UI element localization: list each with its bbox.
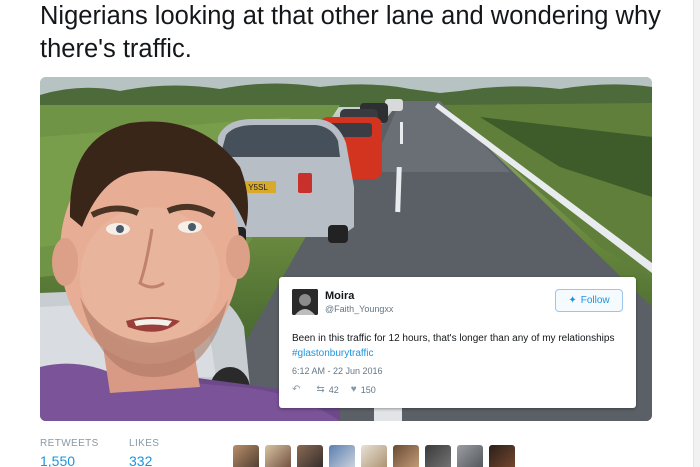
liker-avatars bbox=[233, 445, 515, 467]
retweets-stat[interactable]: RETWEETS 1,550 bbox=[40, 438, 99, 467]
tweet-photo[interactable]: Y5SL Moira @Faith_Youngxx ✦ Follow Been … bbox=[40, 77, 652, 421]
user-handle[interactable]: @Faith_Youngxx bbox=[325, 304, 393, 314]
twitter-bird-icon: ✦ bbox=[568, 295, 577, 306]
retweets-label: RETWEETS bbox=[40, 438, 99, 449]
embedded-tweet-text: Been in this traffic for 12 hours, that'… bbox=[292, 331, 627, 361]
tweet-timestamp[interactable]: 6:12 AM - 22 Jun 2016 bbox=[292, 366, 383, 376]
liker-avatar[interactable] bbox=[329, 445, 355, 467]
license-plate: Y5SL bbox=[248, 183, 268, 192]
liker-avatar[interactable] bbox=[489, 445, 515, 467]
tweet-actions: ↶ ⇆ 42 ♥ 150 bbox=[292, 384, 388, 395]
follow-label: Follow bbox=[580, 295, 610, 306]
likes-count: 332 bbox=[129, 453, 153, 467]
hashtag-link[interactable]: #glastonburytraffic bbox=[292, 348, 374, 359]
like-count: 150 bbox=[360, 384, 376, 395]
liker-avatar[interactable] bbox=[393, 445, 419, 467]
liker-avatar[interactable] bbox=[457, 445, 483, 467]
embedded-tweet-card[interactable]: Moira @Faith_Youngxx ✦ Follow Been in th… bbox=[279, 277, 636, 408]
like-button[interactable]: ♥ 150 bbox=[351, 384, 376, 395]
liker-avatar[interactable] bbox=[233, 445, 259, 467]
tweet-text: Nigerians looking at that other lane and… bbox=[40, 2, 661, 63]
reply-button[interactable]: ↶ bbox=[292, 384, 304, 395]
avatar-icon bbox=[292, 289, 318, 315]
scrollbar[interactable] bbox=[693, 0, 700, 467]
liker-avatar[interactable] bbox=[297, 445, 323, 467]
retweet-icon: ⇆ bbox=[316, 384, 325, 395]
liker-avatar[interactable] bbox=[265, 445, 291, 467]
retweet-count: 42 bbox=[328, 384, 339, 395]
retweet-button[interactable]: ⇆ 42 bbox=[316, 384, 338, 395]
user-avatar[interactable] bbox=[292, 289, 318, 315]
tweet-stats: RETWEETS 1,550 LIKES 332 bbox=[40, 438, 680, 467]
likes-label: LIKES bbox=[129, 438, 160, 449]
display-name[interactable]: Moira bbox=[325, 290, 354, 302]
liker-avatar[interactable] bbox=[425, 445, 451, 467]
heart-icon: ♥ bbox=[350, 384, 357, 395]
liker-avatar[interactable] bbox=[361, 445, 387, 467]
retweets-count: 1,550 bbox=[40, 453, 76, 467]
reply-icon: ↶ bbox=[292, 384, 301, 395]
likes-stat[interactable]: LIKES 332 bbox=[129, 438, 159, 467]
follow-button[interactable]: ✦ Follow bbox=[555, 289, 623, 312]
tweet-body: Been in this traffic for 12 hours, that'… bbox=[292, 333, 615, 344]
